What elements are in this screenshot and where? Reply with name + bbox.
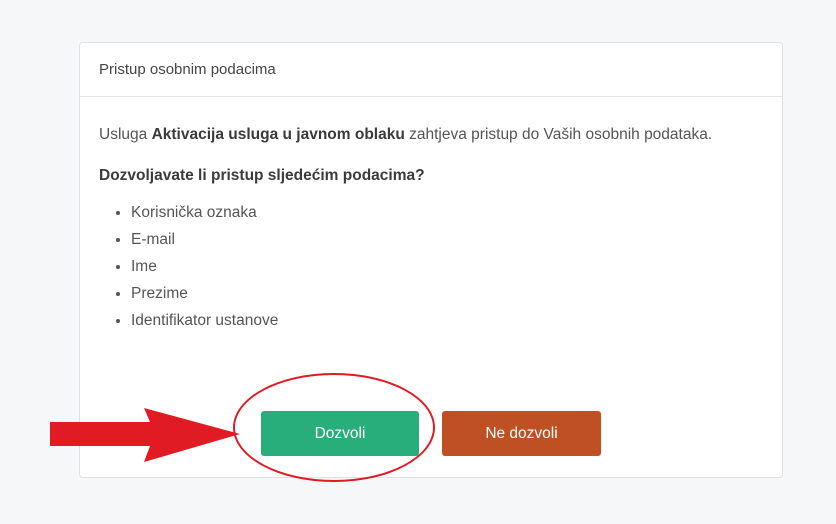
card-title: Pristup osobnim podacima	[99, 61, 276, 78]
list-item: Korisnička oznaka	[116, 199, 762, 226]
intro-text: Usluga Aktivacija usluga u javnom oblaku…	[99, 121, 749, 149]
screenshot-stage: Pristup osobnim podacima Usluga Aktivaci…	[0, 0, 836, 524]
list-item: Prezime	[116, 280, 762, 307]
card-header: Pristup osobnim podacima	[80, 43, 782, 97]
consent-card: Pristup osobnim podacima Usluga Aktivaci…	[79, 42, 783, 478]
list-item: E-mail	[116, 226, 762, 253]
requested-fields-list: Korisnička oznaka E-mail Ime Prezime Ide…	[99, 199, 762, 334]
consent-question: Dozvoljavate li pristup sljedećim podaci…	[99, 167, 425, 184]
deny-button[interactable]: Ne dozvoli	[442, 411, 601, 456]
allow-button[interactable]: Dozvoli	[261, 411, 419, 456]
intro-suffix: zahtjeva pristup do Vaših osobnih podata…	[404, 126, 713, 143]
list-item: Ime	[116, 253, 762, 280]
service-name: Aktivacija usluga u javnom oblaku	[151, 126, 405, 143]
intro-prefix: Usluga	[99, 126, 152, 143]
card-body: Usluga Aktivacija usluga u javnom oblaku…	[80, 97, 782, 334]
list-item: Identifikator ustanove	[116, 307, 762, 334]
